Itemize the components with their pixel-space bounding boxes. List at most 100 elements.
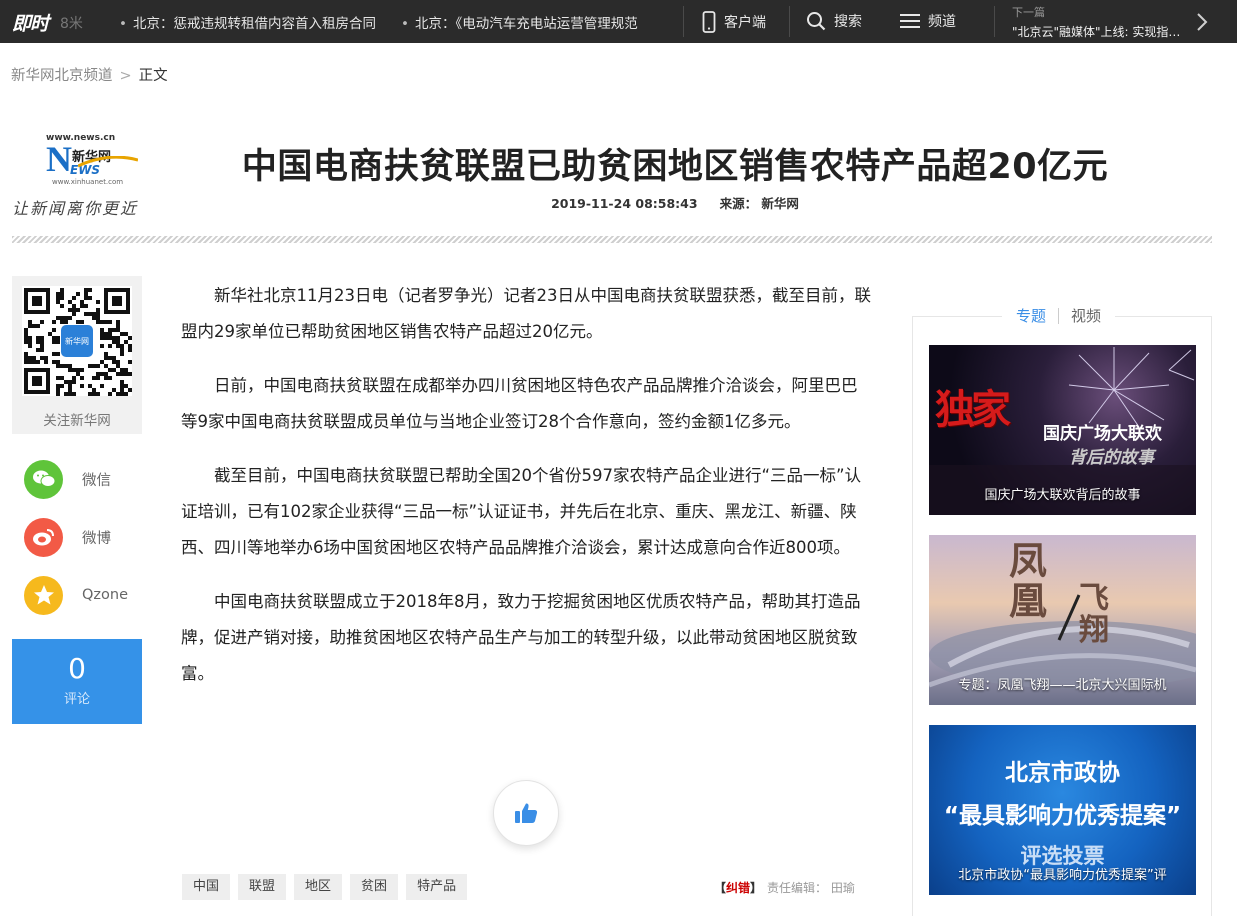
- promo-overlay-line: “最具影响力优秀提案”: [943, 803, 1182, 829]
- qr-cell: [84, 296, 88, 300]
- qr-cell: [32, 356, 36, 360]
- qr-cell: [112, 340, 116, 344]
- qr-cell: [96, 320, 100, 324]
- promo-card-cppcc-proposal[interactable]: 北京市政协 “最具影响力优秀提案” 评选投票 北京市政协“最具影响力优秀提案”评: [929, 725, 1196, 895]
- qr-cell: [92, 316, 96, 320]
- qr-cell: [104, 372, 108, 376]
- qr-cell: [68, 368, 72, 372]
- search-label: 搜索: [834, 14, 862, 30]
- comment-label: 评论: [63, 692, 90, 707]
- qr-cell: [104, 376, 108, 380]
- next-article-label: 下一篇: [1012, 6, 1045, 19]
- qr-cell: [100, 344, 104, 348]
- instant-news-logo[interactable]: 即时: [12, 9, 49, 36]
- qr-cell: [80, 304, 84, 308]
- qr-cell: [24, 336, 28, 340]
- qr-cell: [76, 308, 80, 312]
- article-paragraph: 截至目前，中国电商扶贫联盟已帮助全国20个省份597家农特产品企业进行“三品一标…: [181, 466, 862, 557]
- promo-overlay-line: 北京市政协: [1005, 760, 1120, 786]
- tag-item[interactable]: 贫困: [350, 874, 399, 900]
- tag-item[interactable]: 联盟: [238, 874, 287, 900]
- editor-name: 责任编辑： 田瑜: [767, 881, 855, 895]
- qr-cell: [108, 320, 112, 324]
- qr-cell: [52, 352, 56, 356]
- logo-letter: N: [46, 139, 72, 179]
- tag-item[interactable]: 特产品: [406, 874, 468, 900]
- qr-cell: [104, 332, 108, 336]
- qr-cell: [124, 368, 128, 372]
- qr-cell: [56, 364, 60, 368]
- qr-label: 关注新华网: [43, 413, 111, 429]
- qr-cell: [56, 388, 60, 392]
- qr-cell: [28, 360, 32, 364]
- qr-cell: [100, 336, 104, 340]
- qr-cell: [116, 344, 120, 348]
- qr-cell: [124, 340, 128, 344]
- qr-cell: [128, 372, 132, 376]
- qr-cell: [56, 292, 60, 296]
- promo-card-national-day[interactable]: 独家 国庆广场大联欢 背后的故事 国庆广场大联欢背后的故事: [929, 345, 1196, 515]
- comment-count-button[interactable]: 0 评论: [12, 639, 142, 724]
- tag-item[interactable]: 地区: [294, 874, 343, 900]
- article-title: 中国电商扶贫联盟已助贫困地区销售农特产品超20亿元: [241, 147, 1109, 187]
- tab-video[interactable]: 视频: [1071, 305, 1101, 326]
- article-body: 新华社北京11月23日电（记者罗争光）记者23日从中国电商扶贫联盟获悉，截至目前…: [181, 278, 871, 710]
- header-divider: [12, 236, 1212, 243]
- qr-cell: [56, 352, 60, 356]
- article-paragraph: 新华社北京11月23日电（记者罗争光）记者23日从中国电商扶贫联盟获悉，截至目前…: [181, 286, 871, 341]
- search-button[interactable]: 搜索: [806, 11, 862, 31]
- tab-topics[interactable]: 专题: [1016, 305, 1046, 326]
- qr-cell: [108, 344, 112, 348]
- menu-icon: [900, 14, 920, 28]
- qr-cell: [96, 376, 100, 380]
- qr-cell: [100, 328, 104, 332]
- search-icon: [807, 12, 826, 31]
- qr-cell: [56, 296, 60, 300]
- qr-cell: [88, 364, 92, 368]
- article-paragraph: 日前，中国电商扶贫联盟在成都举办四川贫困地区特色农产品品牌推介洽谈会，阿里巴巴等…: [181, 376, 858, 431]
- ticker-item[interactable]: • 北京：惩戒违规转租借内容首入租房合同: [119, 12, 376, 32]
- like-button[interactable]: [493, 780, 559, 846]
- qr-cell: [120, 368, 124, 372]
- qr-cell: [24, 340, 28, 344]
- top-bar: 即时 8米 • 北京：惩戒违规转租借内容首入租房合同 • 北京：《电动汽车充电站运营…: [0, 0, 1237, 43]
- qr-cell: [28, 320, 32, 324]
- divider: [683, 6, 684, 37]
- divider: [994, 6, 995, 37]
- qr-cell: [40, 356, 44, 360]
- error-report-link[interactable]: 【纠错】: [714, 881, 762, 895]
- qr-cell: [100, 360, 104, 364]
- logo-swoosh: [78, 156, 138, 168]
- qr-cell: [80, 368, 84, 372]
- tag-item[interactable]: 中国: [182, 874, 231, 900]
- ticker-item[interactable]: • 北京：《电动汽车充电站运营管理规范: [401, 12, 649, 32]
- client-button[interactable]: 客户端: [702, 11, 766, 33]
- channel-button[interactable]: 频道: [900, 11, 956, 31]
- breadcrumb-home-link[interactable]: 新华网北京频道: [11, 68, 113, 84]
- qr-cell: [92, 364, 96, 368]
- promo-overlay-fly: 飞翔: [1079, 581, 1109, 648]
- qr-cell: [100, 332, 104, 336]
- qr-cell: [120, 384, 124, 388]
- promo-caption: 北京市政协“最具影响力优秀提案”评: [958, 868, 1167, 883]
- share-qzone-button[interactable]: Qzone: [24, 575, 144, 615]
- qr-cell: [116, 328, 120, 332]
- qr-cell: [120, 344, 124, 348]
- tag-list: 中国 联盟 地区 贫困 特产品: [182, 874, 468, 900]
- wechat-label: 微信: [82, 472, 111, 489]
- next-article-link[interactable]: "北京云"融媒体"上线: 实现指尖上的北京: [1012, 23, 1190, 40]
- qr-cell: [96, 372, 100, 376]
- ticker-fade-text: 8米: [60, 16, 83, 32]
- qr-cell: [120, 348, 124, 352]
- promo-card-phoenix-airport[interactable]: 凤凰 飞翔 专题：凤凰飞翔——北京大兴国际机: [929, 535, 1196, 705]
- qr-cell: [52, 320, 56, 324]
- share-weibo-button[interactable]: 微博: [24, 517, 144, 557]
- qr-cell: [68, 384, 72, 388]
- qr-cell: [24, 332, 28, 336]
- share-wechat-button[interactable]: 微信: [24, 459, 144, 499]
- chevron-right-icon[interactable]: [1196, 12, 1208, 32]
- qzone-label: Qzone: [82, 587, 129, 603]
- xinhua-logo[interactable]: www.news.cn N 新华网 EWS www.xinhuanet.com …: [12, 133, 147, 219]
- qr-cell: [44, 356, 48, 360]
- qr-cell: [96, 300, 100, 304]
